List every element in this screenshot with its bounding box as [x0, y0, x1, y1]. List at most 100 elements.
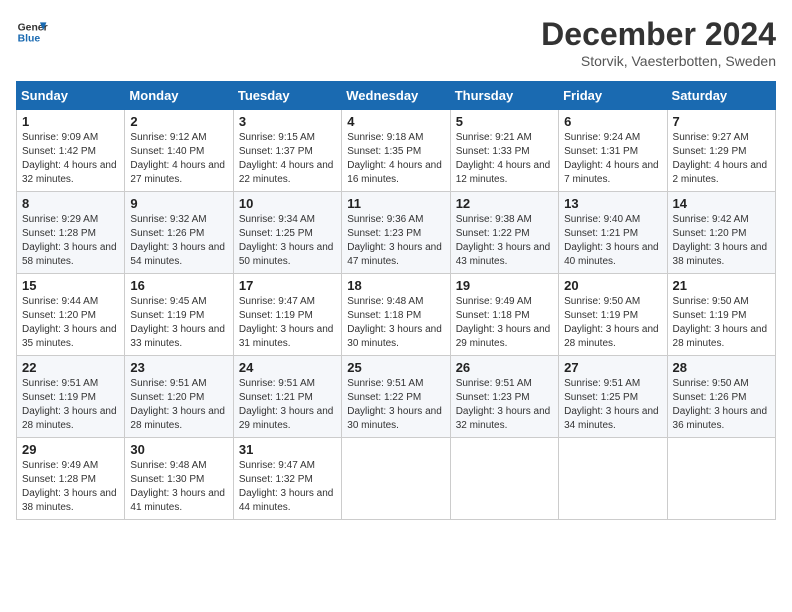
day-number: 16 — [130, 278, 227, 293]
day-number: 18 — [347, 278, 444, 293]
day-cell: 26 Sunrise: 9:51 AM Sunset: 1:23 PM Dayli… — [450, 356, 558, 438]
day-cell: 14 Sunrise: 9:42 AM Sunset: 1:20 PM Dayli… — [667, 192, 775, 274]
calendar-subtitle: Storvik, Vaesterbotten, Sweden — [541, 53, 776, 69]
day-info: Sunrise: 9:12 AM Sunset: 1:40 PM Dayligh… — [130, 131, 227, 187]
day-info: Sunrise: 9:32 AM Sunset: 1:26 PM Dayligh… — [130, 213, 227, 269]
day-number: 6 — [564, 114, 661, 129]
day-cell: 22 Sunrise: 9:51 AM Sunset: 1:19 PM Dayli… — [17, 356, 125, 438]
day-cell: 4 Sunrise: 9:18 AM Sunset: 1:35 PM Daylig… — [342, 110, 450, 192]
day-info: Sunrise: 9:48 AM Sunset: 1:30 PM Dayligh… — [130, 459, 227, 515]
day-info: Sunrise: 9:51 AM Sunset: 1:19 PM Dayligh… — [22, 377, 119, 433]
day-info: Sunrise: 9:15 AM Sunset: 1:37 PM Dayligh… — [239, 131, 336, 187]
day-cell: 16 Sunrise: 9:45 AM Sunset: 1:19 PM Dayli… — [125, 274, 233, 356]
title-section: December 2024 Storvik, Vaesterbotten, Sw… — [541, 16, 776, 69]
day-number: 9 — [130, 196, 227, 211]
day-number: 12 — [456, 196, 553, 211]
calendar-title: December 2024 — [541, 16, 776, 53]
logo-icon: General Blue — [16, 16, 48, 48]
day-info: Sunrise: 9:36 AM Sunset: 1:23 PM Dayligh… — [347, 213, 444, 269]
day-cell: 19 Sunrise: 9:49 AM Sunset: 1:18 PM Dayli… — [450, 274, 558, 356]
week-row-3: 15Sunrise: 9:44 AM Sunset: 1:20 PM Dayli… — [17, 274, 776, 356]
day-number: 23 — [130, 360, 227, 375]
day-cell: 1 Sunrise: 9:09 AM Sunset: 1:42 PM Daylig… — [17, 110, 125, 192]
week-row-4: 22 Sunrise: 9:51 AM Sunset: 1:19 PM Dayli… — [17, 356, 776, 438]
day-cell: 20Sunrise: 9:50 AM Sunset: 1:19 PM Dayli… — [559, 274, 667, 356]
day-info: Sunrise: 9:34 AM Sunset: 1:25 PM Dayligh… — [239, 213, 336, 269]
day-number: 19 — [456, 278, 553, 293]
day-number: 30 — [130, 442, 227, 457]
day-number: 27 — [564, 360, 661, 375]
day-info: Sunrise: 9:45 AM Sunset: 1:19 PM Dayligh… — [130, 295, 227, 351]
day-cell: 10 Sunrise: 9:34 AM Sunset: 1:25 PM Dayli… — [233, 192, 341, 274]
day-cell: 7Sunrise: 9:27 AM Sunset: 1:29 PM Daylig… — [667, 110, 775, 192]
day-cell: 8Sunrise: 9:29 AM Sunset: 1:28 PM Daylig… — [17, 192, 125, 274]
day-cell: 2 Sunrise: 9:12 AM Sunset: 1:40 PM Daylig… — [125, 110, 233, 192]
header-day-monday: Monday — [125, 82, 233, 110]
header-day-saturday: Saturday — [667, 82, 775, 110]
day-cell: 17 Sunrise: 9:47 AM Sunset: 1:19 PM Dayli… — [233, 274, 341, 356]
day-info: Sunrise: 9:38 AM Sunset: 1:22 PM Dayligh… — [456, 213, 553, 269]
day-cell: 31 Sunrise: 9:47 AM Sunset: 1:32 PM Dayli… — [233, 438, 341, 520]
day-number: 15 — [22, 278, 119, 293]
day-number: 22 — [22, 360, 119, 375]
day-cell: 15Sunrise: 9:44 AM Sunset: 1:20 PM Dayli… — [17, 274, 125, 356]
day-number: 4 — [347, 114, 444, 129]
day-number: 21 — [673, 278, 770, 293]
week-row-5: 29 Sunrise: 9:49 AM Sunset: 1:28 PM Dayli… — [17, 438, 776, 520]
header-row: SundayMondayTuesdayWednesdayThursdayFrid… — [17, 82, 776, 110]
day-number: 1 — [22, 114, 119, 129]
day-cell: 23Sunrise: 9:51 AM Sunset: 1:20 PM Dayli… — [125, 356, 233, 438]
day-cell: 5Sunrise: 9:21 AM Sunset: 1:33 PM Daylig… — [450, 110, 558, 192]
day-info: Sunrise: 9:51 AM Sunset: 1:22 PM Dayligh… — [347, 377, 444, 433]
day-info: Sunrise: 9:51 AM Sunset: 1:23 PM Dayligh… — [456, 377, 553, 433]
header-day-friday: Friday — [559, 82, 667, 110]
day-number: 25 — [347, 360, 444, 375]
header-day-sunday: Sunday — [17, 82, 125, 110]
day-cell: 28Sunrise: 9:50 AM Sunset: 1:26 PM Dayli… — [667, 356, 775, 438]
day-cell — [667, 438, 775, 520]
day-cell: 30 Sunrise: 9:48 AM Sunset: 1:30 PM Dayli… — [125, 438, 233, 520]
day-number: 31 — [239, 442, 336, 457]
day-info: Sunrise: 9:09 AM Sunset: 1:42 PM Dayligh… — [22, 131, 119, 187]
day-info: Sunrise: 9:47 AM Sunset: 1:32 PM Dayligh… — [239, 459, 336, 515]
logo: General Blue — [16, 16, 48, 48]
day-number: 2 — [130, 114, 227, 129]
day-info: Sunrise: 9:18 AM Sunset: 1:35 PM Dayligh… — [347, 131, 444, 187]
day-cell: 29 Sunrise: 9:49 AM Sunset: 1:28 PM Dayli… — [17, 438, 125, 520]
day-info: Sunrise: 9:49 AM Sunset: 1:18 PM Dayligh… — [456, 295, 553, 351]
day-number: 13 — [564, 196, 661, 211]
day-info: Sunrise: 9:47 AM Sunset: 1:19 PM Dayligh… — [239, 295, 336, 351]
day-number: 29 — [22, 442, 119, 457]
day-number: 20 — [564, 278, 661, 293]
day-cell: 6Sunrise: 9:24 AM Sunset: 1:31 PM Daylig… — [559, 110, 667, 192]
day-info: Sunrise: 9:42 AM Sunset: 1:20 PM Dayligh… — [673, 213, 770, 269]
week-row-1: 1 Sunrise: 9:09 AM Sunset: 1:42 PM Daylig… — [17, 110, 776, 192]
day-cell: 24 Sunrise: 9:51 AM Sunset: 1:21 PM Dayli… — [233, 356, 341, 438]
day-info: Sunrise: 9:50 AM Sunset: 1:19 PM Dayligh… — [673, 295, 770, 351]
day-number: 10 — [239, 196, 336, 211]
day-cell: 27Sunrise: 9:51 AM Sunset: 1:25 PM Dayli… — [559, 356, 667, 438]
day-number: 26 — [456, 360, 553, 375]
day-cell: 21 Sunrise: 9:50 AM Sunset: 1:19 PM Dayli… — [667, 274, 775, 356]
day-number: 14 — [673, 196, 770, 211]
calendar-table: SundayMondayTuesdayWednesdayThursdayFrid… — [16, 81, 776, 520]
day-info: Sunrise: 9:40 AM Sunset: 1:21 PM Dayligh… — [564, 213, 661, 269]
day-info: Sunrise: 9:27 AM Sunset: 1:29 PM Dayligh… — [673, 131, 770, 187]
week-row-2: 8Sunrise: 9:29 AM Sunset: 1:28 PM Daylig… — [17, 192, 776, 274]
day-cell: 3 Sunrise: 9:15 AM Sunset: 1:37 PM Daylig… — [233, 110, 341, 192]
day-info: Sunrise: 9:21 AM Sunset: 1:33 PM Dayligh… — [456, 131, 553, 187]
day-cell: 11 Sunrise: 9:36 AM Sunset: 1:23 PM Dayli… — [342, 192, 450, 274]
header-day-tuesday: Tuesday — [233, 82, 341, 110]
day-cell — [450, 438, 558, 520]
day-info: Sunrise: 9:48 AM Sunset: 1:18 PM Dayligh… — [347, 295, 444, 351]
header-day-thursday: Thursday — [450, 82, 558, 110]
day-info: Sunrise: 9:51 AM Sunset: 1:21 PM Dayligh… — [239, 377, 336, 433]
page-header: General Blue December 2024 Storvik, Vaes… — [16, 16, 776, 69]
day-number: 11 — [347, 196, 444, 211]
day-number: 24 — [239, 360, 336, 375]
day-number: 17 — [239, 278, 336, 293]
day-number: 3 — [239, 114, 336, 129]
day-info: Sunrise: 9:49 AM Sunset: 1:28 PM Dayligh… — [22, 459, 119, 515]
svg-text:Blue: Blue — [18, 34, 41, 45]
day-info: Sunrise: 9:29 AM Sunset: 1:28 PM Dayligh… — [22, 213, 119, 269]
